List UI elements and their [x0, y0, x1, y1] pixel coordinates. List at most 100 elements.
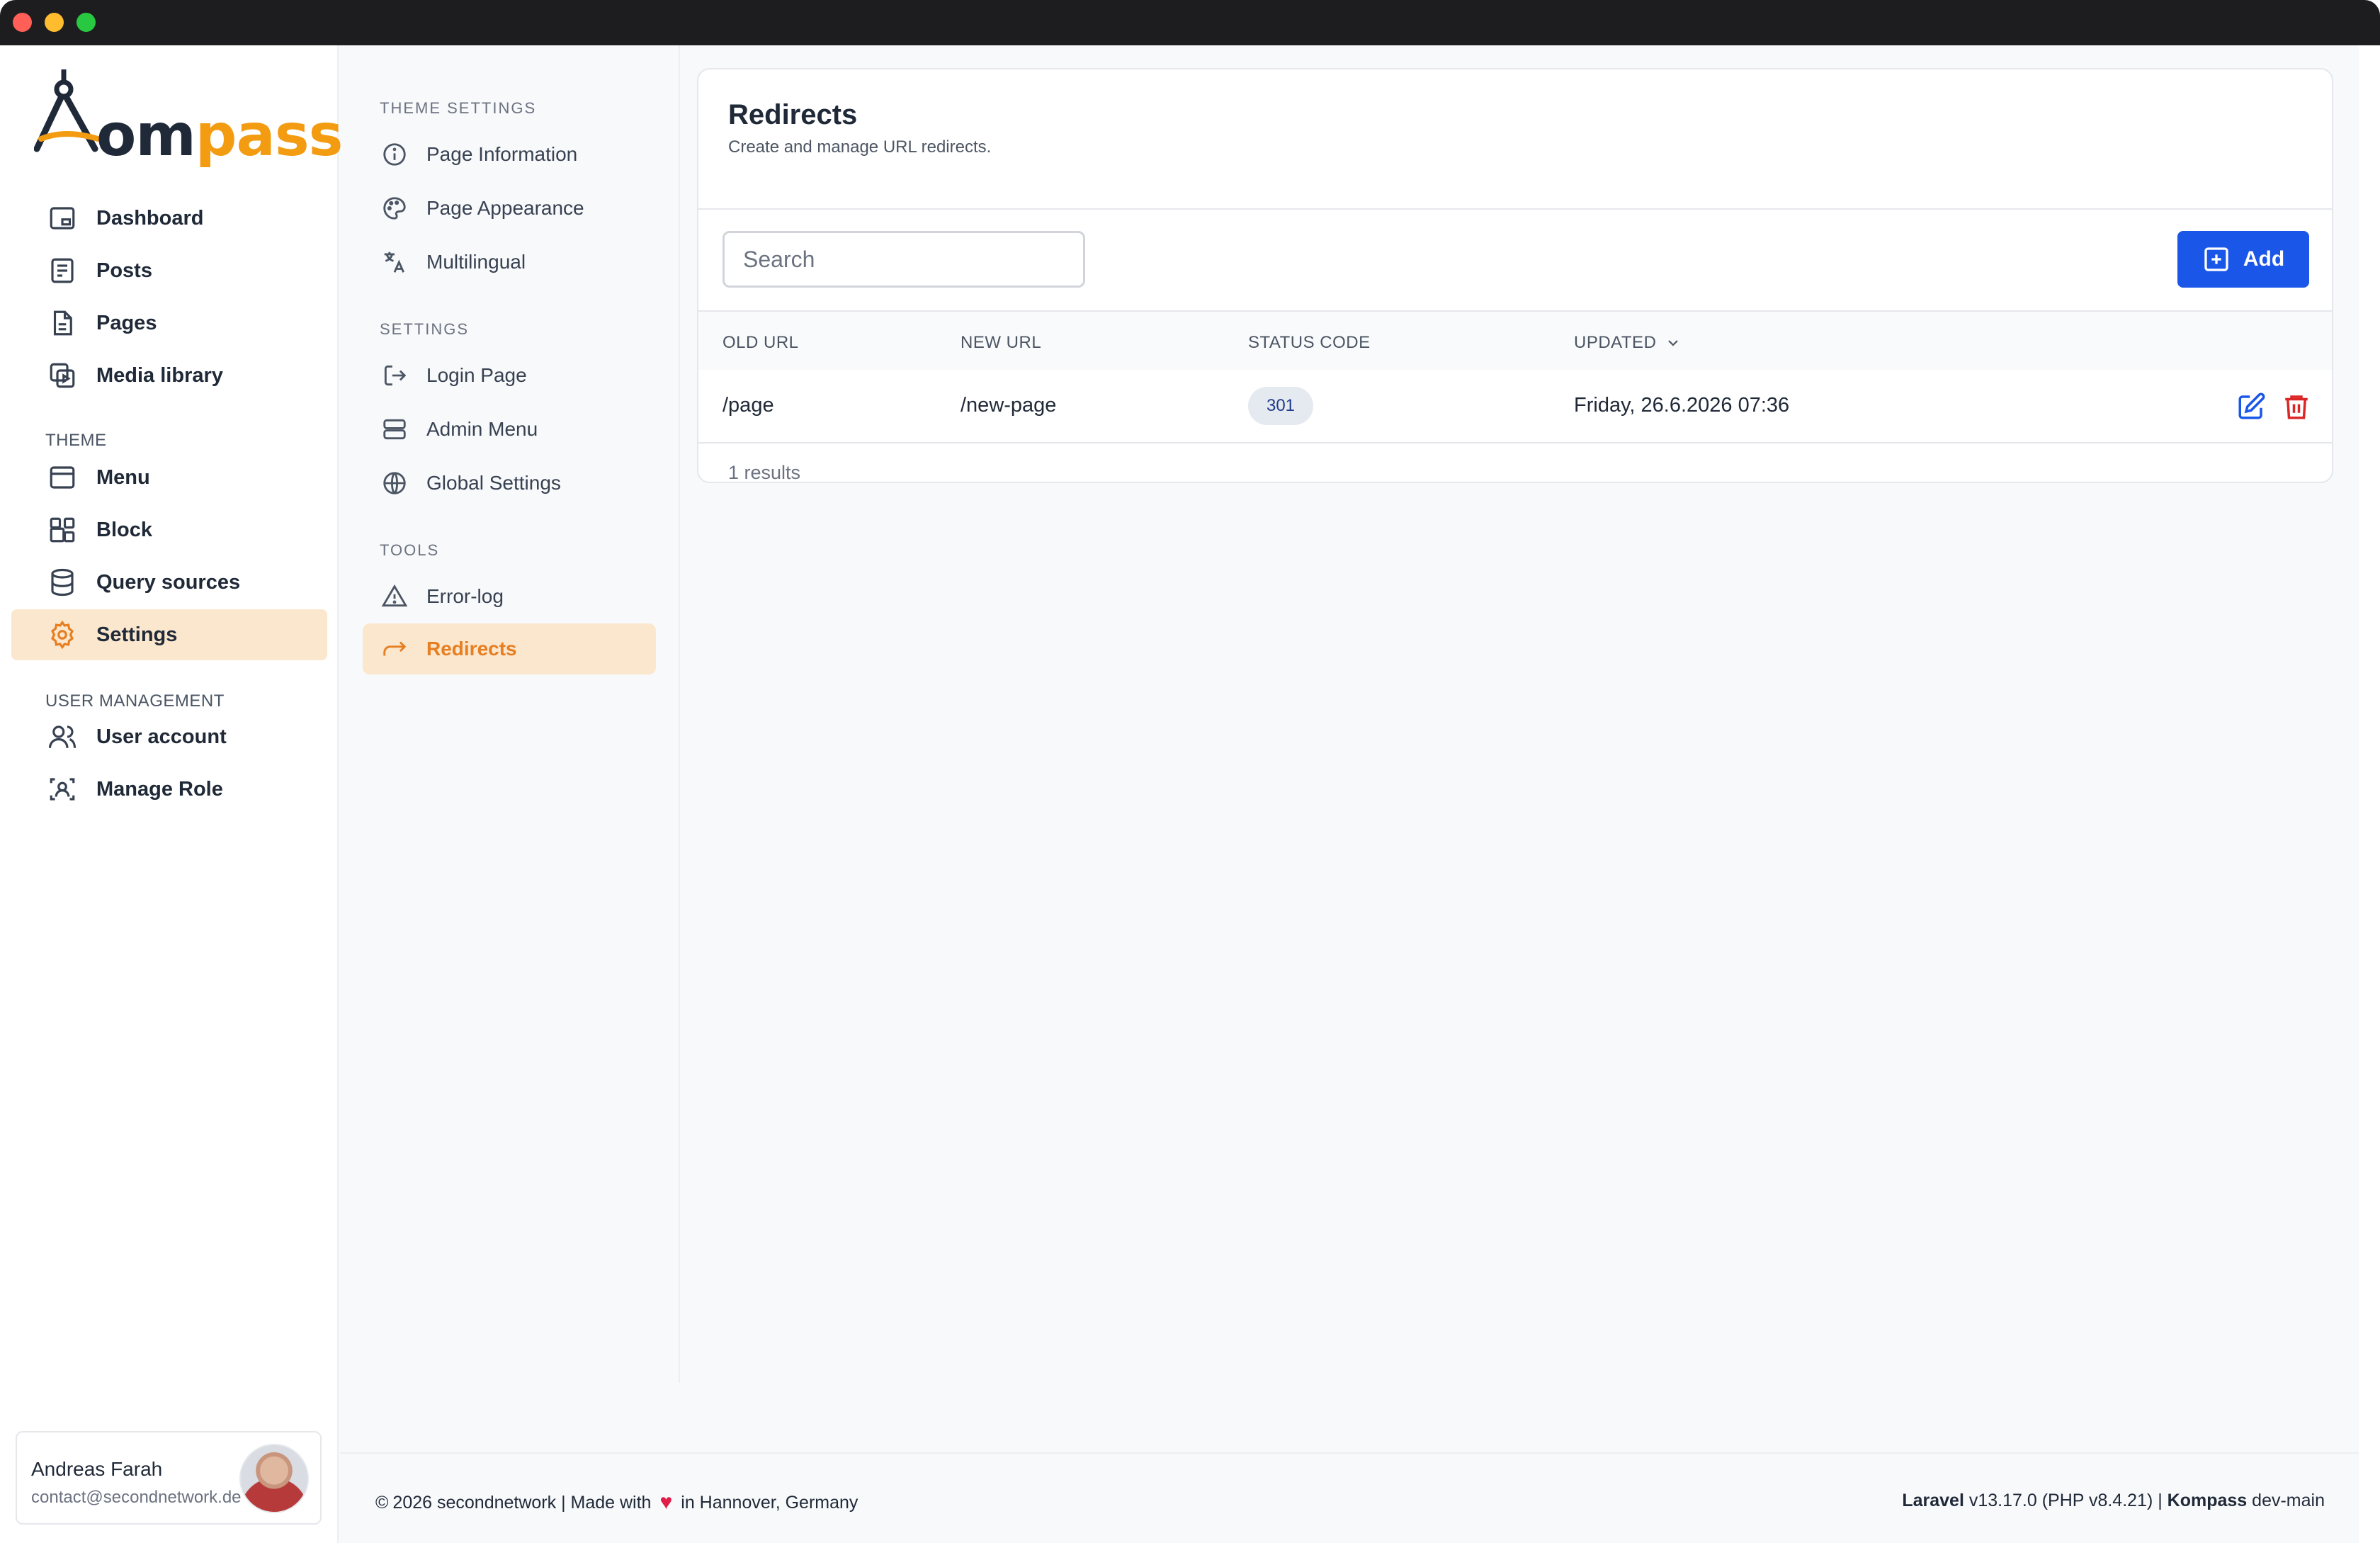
heart-icon: ♥	[659, 1491, 673, 1514]
subnav-item-label: Redirects	[426, 638, 517, 660]
sidebar-item-posts[interactable]: Posts	[11, 245, 327, 296]
sidebar-item-pages[interactable]: Pages	[11, 298, 327, 349]
results-count: 1 results	[728, 462, 801, 483]
globe-icon	[380, 468, 409, 498]
section-label-user-management: USER MANAGEMENT	[45, 691, 225, 711]
sidebar-item-menu[interactable]: Menu	[11, 452, 327, 503]
subnav-item-label: Page Information	[426, 143, 578, 165]
user-email: contact@secondnetwork.de	[31, 1488, 242, 1507]
sidebar-item-user-account[interactable]: User account	[11, 711, 327, 762]
translate-icon	[380, 247, 409, 277]
section-label-theme: THEME	[45, 431, 107, 450]
user-name: Andreas Farah	[31, 1458, 163, 1480]
block-icon	[45, 513, 79, 547]
footer-version: Laravel v13.17.0 (PHP v8.4.21) | Kompass…	[1902, 1491, 2325, 1511]
cell-old-url: /page	[722, 394, 774, 417]
edit-button[interactable]	[2234, 390, 2268, 424]
card-divider	[698, 208, 2332, 210]
sidebar-item-manage-role[interactable]: Manage Role	[11, 764, 327, 815]
subnav-item-label: Global Settings	[426, 472, 561, 494]
subnav-item-label: Login Page	[426, 364, 527, 386]
sidebar-item-label: Dashboard	[96, 206, 204, 230]
chevron-down-icon	[1668, 340, 1679, 346]
server-icon	[380, 414, 409, 444]
column-header-status-code: STATUS CODE	[1248, 333, 1371, 352]
subnav-item-label: Multilingual	[426, 251, 526, 273]
table-row: /page /new-page 301 Friday, 26.6.2026 07…	[698, 370, 2332, 443]
status-badge: 301	[1248, 387, 1313, 425]
sidebar-item-media-library[interactable]: Media library	[11, 350, 327, 401]
posts-icon	[45, 254, 79, 288]
subnav-item-error-log[interactable]: Error-log	[363, 571, 656, 622]
user-profile-card[interactable]: Andreas Farah contact@secondnetwork.de	[16, 1431, 322, 1525]
page-title: Redirects	[728, 99, 858, 130]
sidebar-item-settings[interactable]: Settings	[11, 609, 327, 660]
sidebar-item-label: Settings	[96, 623, 178, 646]
footer-laravel-version: v13.17.0 (PHP v8.4.21) |	[1968, 1491, 2163, 1510]
copyright-icon: ©	[375, 1492, 389, 1513]
search-input[interactable]	[722, 231, 1085, 288]
maximize-window-button[interactable]	[76, 13, 96, 32]
sidebar-item-dashboard[interactable]: Dashboard	[11, 193, 327, 244]
footer-kompass-version: dev-main	[2252, 1491, 2325, 1510]
trash-icon	[2285, 395, 2308, 419]
add-redirect-button[interactable]: Add	[2177, 231, 2309, 288]
cell-new-url: /new-page	[960, 394, 1057, 417]
subnav-item-label: Page Appearance	[426, 197, 584, 219]
subnav-item-multilingual[interactable]: Multilingual	[363, 237, 656, 288]
footer: © 2026 secondnetwork | Made with ♥ in Ha…	[340, 1452, 2359, 1543]
palette-icon	[380, 193, 409, 223]
app-root: ompass Dashboard Posts Pages Media libra…	[0, 45, 2359, 1543]
subnav-item-global-settings[interactable]: Global Settings	[363, 458, 656, 509]
settings-subnav: THEME SETTINGS Page Information Page App…	[340, 45, 680, 1383]
sidebar-item-label: Manage Role	[96, 777, 223, 801]
warning-icon	[380, 582, 409, 611]
avatar	[239, 1444, 309, 1513]
subnav-item-admin-menu[interactable]: Admin Menu	[363, 404, 656, 455]
sidebar-item-label: Posts	[96, 259, 152, 282]
sidebar-item-query-sources[interactable]: Query sources	[11, 557, 327, 608]
add-button-label: Add	[2243, 247, 2285, 271]
section-label-tools: TOOLS	[380, 541, 440, 559]
close-window-button[interactable]	[13, 13, 32, 32]
footer-copyright: 2026 secondnetwork | Made with	[392, 1492, 652, 1513]
menu-icon	[45, 460, 79, 494]
logo-wordmark: ompass	[96, 102, 343, 169]
pencil-square-icon	[2238, 392, 2265, 419]
footer-kompass: Kompass	[2167, 1491, 2248, 1510]
delete-button[interactable]	[2279, 390, 2313, 424]
subnav-item-page-appearance[interactable]: Page Appearance	[363, 183, 656, 234]
main-sidebar: ompass Dashboard Posts Pages Media libra…	[0, 45, 343, 1543]
database-icon	[45, 565, 79, 599]
column-header-old-url: OLD URL	[722, 333, 799, 352]
plus-square-icon	[2204, 247, 2228, 271]
users-icon	[45, 720, 79, 754]
section-label-settings: SETTINGS	[380, 320, 470, 338]
info-icon	[380, 140, 409, 169]
subnav-item-redirects[interactable]: Redirects	[363, 623, 656, 674]
footer-laravel: Laravel	[1902, 1491, 1964, 1510]
sidebar-item-label: Block	[96, 518, 152, 541]
sidebar-item-label: Query sources	[96, 570, 241, 594]
sidebar-item-label: Media library	[96, 363, 223, 387]
table-header: OLD URL NEW URL STATUS CODE UPDATED	[698, 310, 2332, 370]
page-subtitle: Create and manage URL redirects.	[728, 137, 992, 157]
column-header-new-url: NEW URL	[960, 333, 1042, 352]
sidebar-item-block[interactable]: Block	[11, 504, 327, 555]
section-label-theme-settings: THEME SETTINGS	[380, 99, 537, 117]
minimize-window-button[interactable]	[45, 13, 64, 32]
subnav-item-label: Admin Menu	[426, 418, 538, 440]
redirect-arrow-icon	[380, 634, 409, 664]
cell-updated: Friday, 26.6.2026 07:36	[1574, 394, 1790, 417]
subnav-item-label: Error-log	[426, 585, 504, 607]
dashboard-icon	[45, 201, 79, 235]
login-icon	[380, 361, 409, 390]
redirects-card: Redirects Create and manage URL redirect…	[697, 68, 2333, 483]
kompass-logo[interactable]: ompass	[34, 65, 343, 169]
subnav-item-page-information[interactable]: Page Information	[363, 129, 656, 180]
gear-icon	[45, 618, 79, 652]
pages-icon	[45, 306, 79, 340]
subnav-item-login-page[interactable]: Login Page	[363, 350, 656, 401]
column-header-updated[interactable]: UPDATED	[1574, 333, 1682, 353]
role-icon	[45, 772, 79, 806]
